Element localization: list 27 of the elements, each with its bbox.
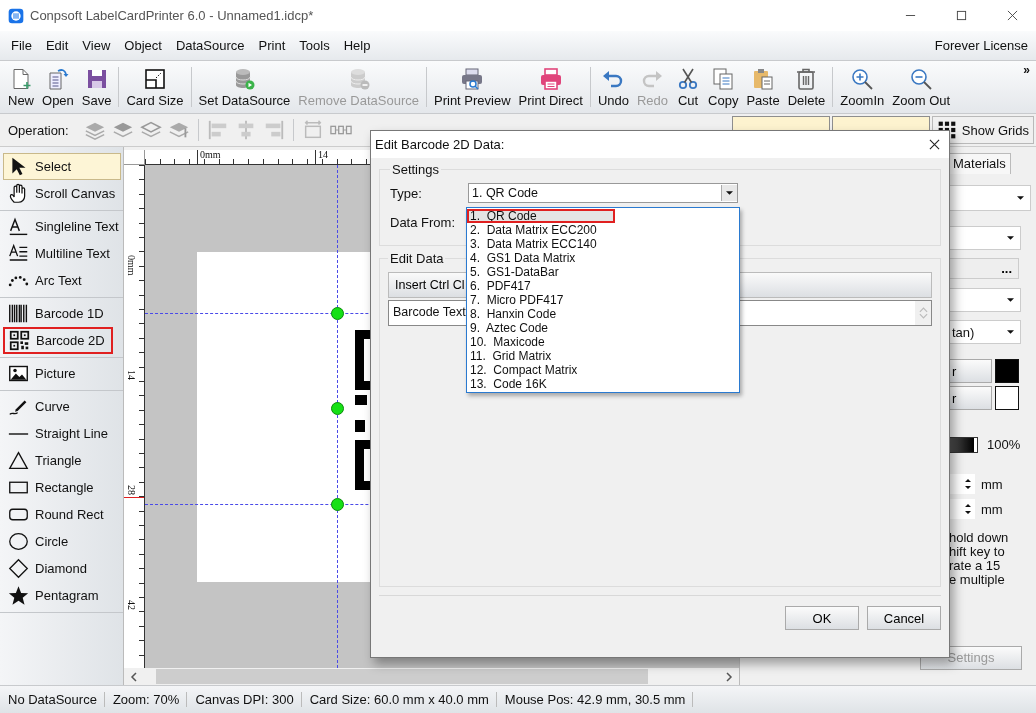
- ruler-label: 0mm: [126, 255, 136, 276]
- status-text: Zoom: 70%: [104, 692, 188, 707]
- status-text: Canvas DPI: 300: [187, 692, 302, 707]
- status-text: No DataSource: [0, 692, 105, 707]
- hint-text: hold down: [949, 531, 1009, 545]
- hint-text: hift key to: [949, 545, 1006, 559]
- ruler-label: 14: [315, 150, 328, 164]
- ruler-label: 28: [126, 485, 136, 495]
- status-text: Mouse Pos: 42.9 mm, 30.5 mm: [496, 692, 694, 707]
- data-from-label: Data From:: [390, 215, 456, 230]
- type-label: Type:: [390, 185, 423, 201]
- opacity-value: 100%: [987, 437, 1021, 452]
- unit-label: mm: [981, 476, 1003, 492]
- ruler-label: 14: [126, 370, 136, 380]
- group-title: Settings: [391, 162, 440, 177]
- license-label: Forever License: [934, 38, 1029, 53]
- ruler-label: 0mm: [197, 150, 221, 164]
- hint-text: e multiple: [949, 573, 1006, 587]
- barcode-text: Barcode Text: [392, 304, 467, 321]
- operation-label: Operation:: [8, 122, 69, 138]
- status-text: Card Size: 60.0 mm x 40.0 mm: [301, 692, 497, 707]
- window-title: Conpsoft LabelCardPrinter 6.0 - Unnamed1.idcp*: [30, 8, 314, 23]
- dialog-title: Edit Barcode 2D Data:: [375, 137, 505, 152]
- ruler-label: 42: [126, 600, 136, 610]
- hint-text: rate a 15: [949, 559, 1002, 573]
- group-title: Edit Data: [389, 251, 445, 266]
- unit-label: mm: [981, 501, 1003, 517]
